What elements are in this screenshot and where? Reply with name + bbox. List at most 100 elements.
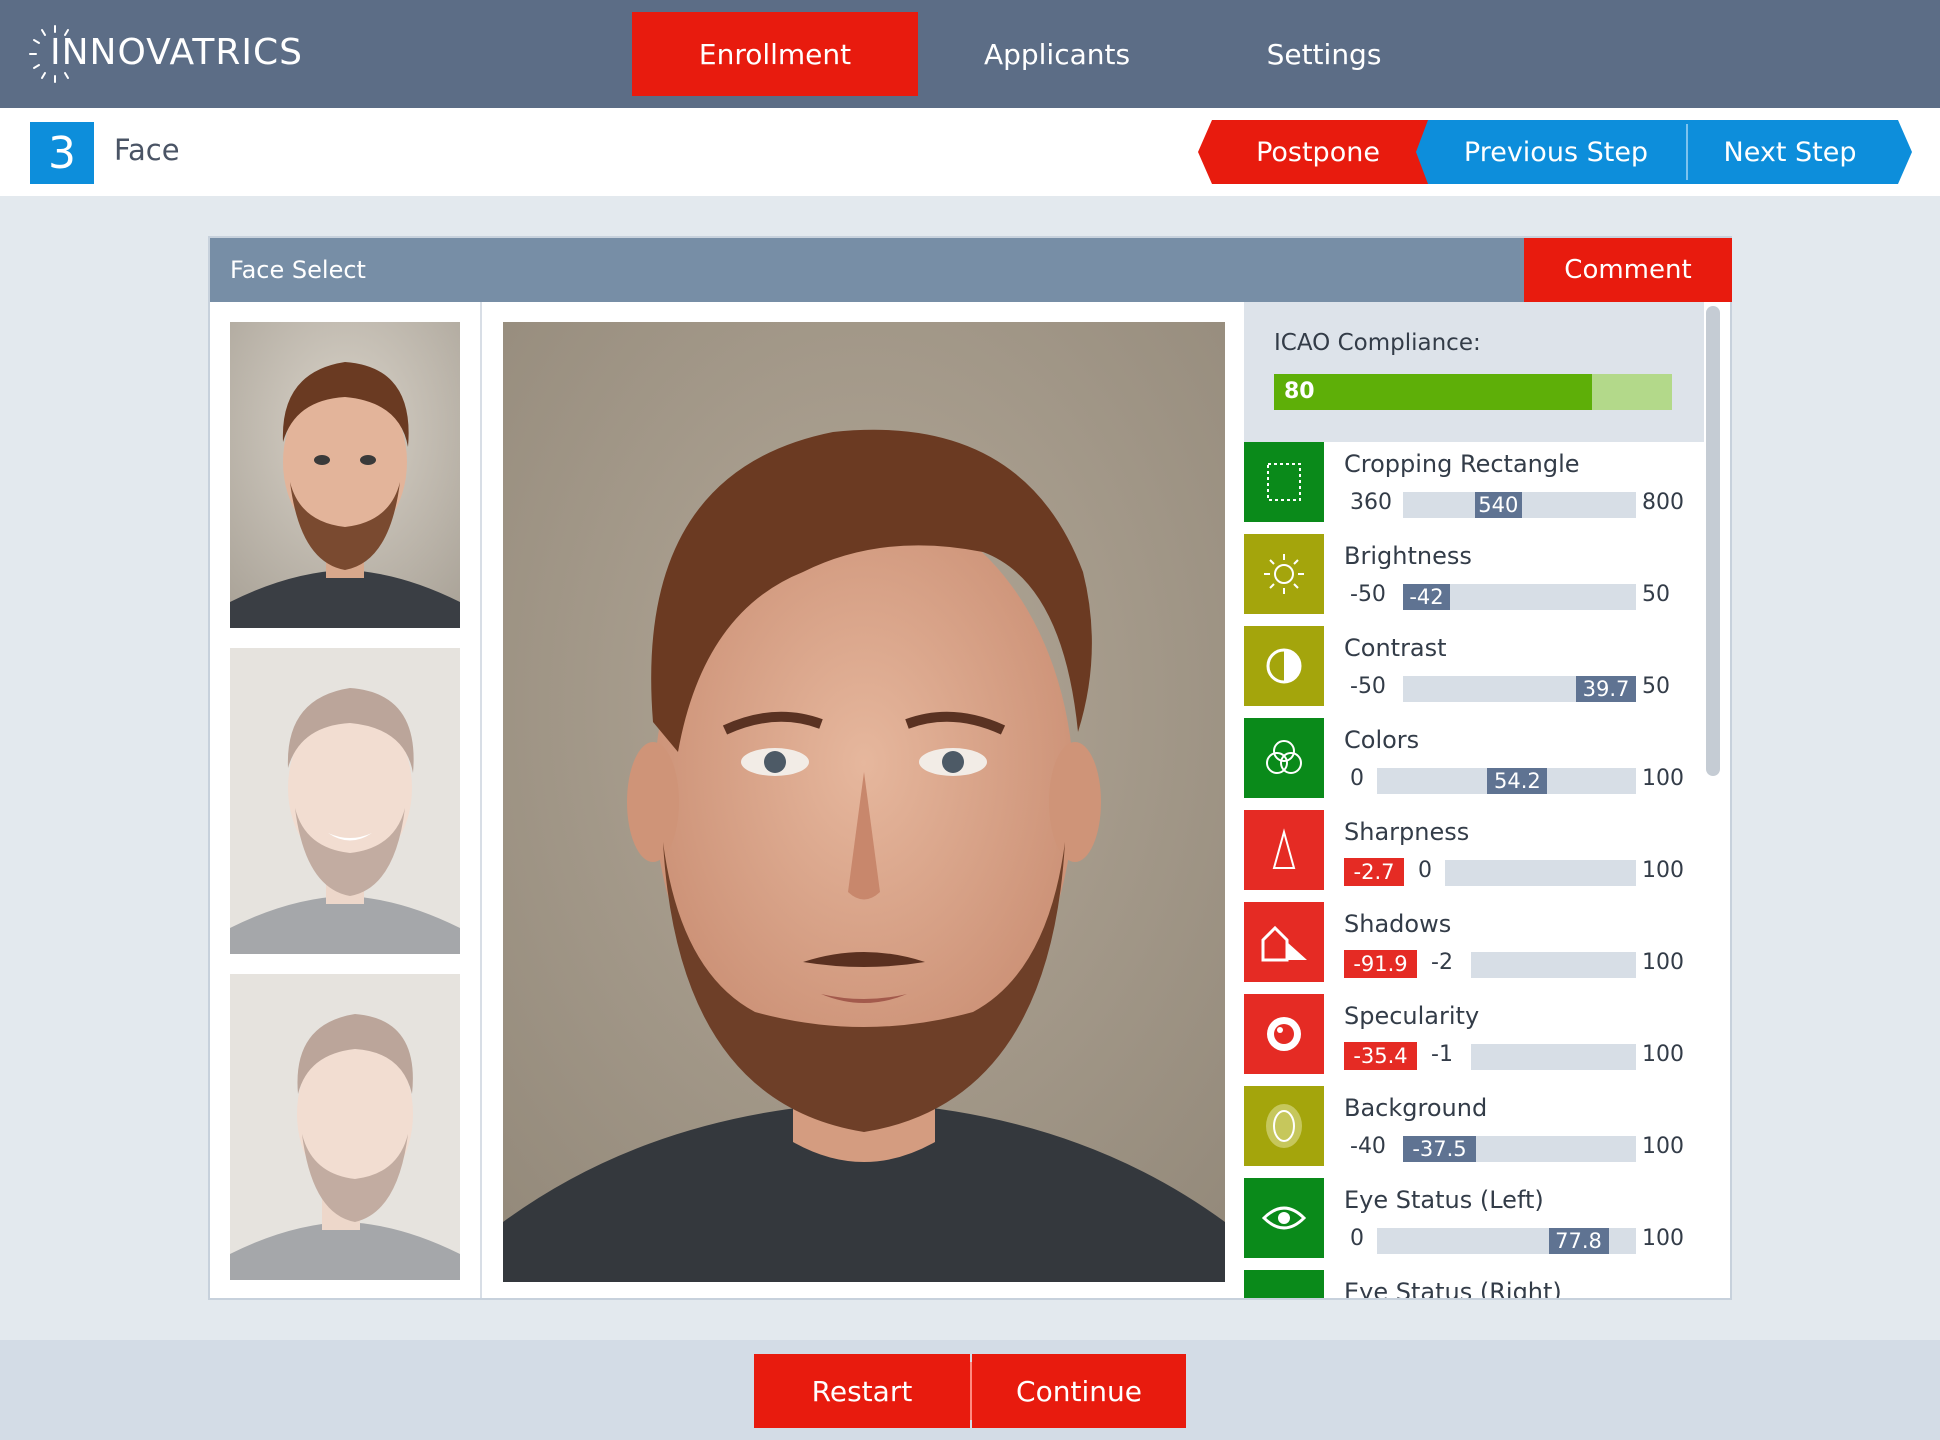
metric-track: 540 bbox=[1403, 492, 1636, 518]
metric-name: Specularity bbox=[1344, 1002, 1480, 1030]
metric-sharpness: Sharpness -2.7 0 100 bbox=[1244, 810, 1704, 890]
continue-label: Continue bbox=[1016, 1374, 1142, 1408]
metric-max: 50 bbox=[1642, 674, 1670, 699]
step-number-badge: 3 bbox=[30, 122, 94, 184]
selected-face-photo[interactable] bbox=[503, 322, 1225, 1282]
metric-value-out-of-range: -91.9 bbox=[1344, 950, 1417, 978]
postpone-button[interactable]: Postpone bbox=[1212, 120, 1424, 184]
footer-button-divider bbox=[970, 1362, 972, 1420]
sharpness-icon bbox=[1244, 810, 1324, 890]
face-photo-thumbnail bbox=[230, 974, 460, 1280]
metric-range: -91.9 -2 100 bbox=[1344, 948, 1684, 978]
metric-max: 100 bbox=[1642, 766, 1684, 791]
metric-min: 360 bbox=[1350, 490, 1392, 515]
metric-specularity: Specularity -35.4 -1 100 bbox=[1244, 994, 1704, 1074]
previous-step-button[interactable]: Previous Step bbox=[1432, 120, 1680, 184]
icao-compliance-bar: 80 bbox=[1274, 374, 1672, 410]
continue-button[interactable]: Continue bbox=[972, 1354, 1186, 1428]
nav-tab-enrollment[interactable]: Enrollment bbox=[632, 12, 918, 96]
metric-max: 100 bbox=[1642, 950, 1684, 975]
eye-icon bbox=[1244, 1270, 1324, 1298]
icao-compliance-fill bbox=[1274, 374, 1593, 410]
metric-background: Background -40 -37.5 100 bbox=[1244, 1086, 1704, 1166]
metric-name: Brightness bbox=[1344, 542, 1472, 570]
face-photo-thumbnail bbox=[230, 648, 460, 954]
metric-min: -50 bbox=[1350, 582, 1386, 607]
metric-colors: Colors 0 54.2 100 bbox=[1244, 718, 1704, 798]
metric-min: 0 bbox=[1350, 766, 1364, 791]
metric-value-marker: -42 bbox=[1403, 584, 1450, 610]
face-thumbnail-list bbox=[210, 302, 482, 1298]
next-step-button[interactable]: Next Step bbox=[1690, 120, 1890, 184]
specularity-icon bbox=[1244, 994, 1324, 1074]
contrast-icon bbox=[1244, 626, 1324, 706]
metric-min: -2 bbox=[1431, 950, 1453, 975]
innovatrics-logo: INNOVATRICS bbox=[28, 24, 302, 84]
metric-range: -40 -37.5 100 bbox=[1344, 1132, 1684, 1162]
metric-value-out-of-range: -2.7 bbox=[1344, 858, 1404, 886]
icao-compliance-label: ICAO Compliance: bbox=[1274, 330, 1481, 356]
metric-value-marker: 540 bbox=[1474, 492, 1522, 518]
metric-value-marker: -37.5 bbox=[1403, 1136, 1476, 1162]
eye-icon bbox=[1244, 1178, 1324, 1258]
metric-eye-status-right: Eye Status (Right) bbox=[1244, 1270, 1704, 1298]
postpone-label: Postpone bbox=[1256, 136, 1380, 168]
face-thumbnail-3[interactable] bbox=[230, 974, 460, 1280]
metric-track: 77.8 bbox=[1377, 1228, 1636, 1254]
metric-min: 0 bbox=[1350, 1226, 1364, 1251]
metric-min: 0 bbox=[1418, 858, 1432, 883]
metric-contrast: Contrast -50 39.7 50 bbox=[1244, 626, 1704, 706]
metrics-scrollbar-thumb[interactable] bbox=[1706, 306, 1720, 776]
metric-max: 100 bbox=[1642, 1226, 1684, 1251]
metric-track bbox=[1445, 860, 1636, 886]
metric-track: 54.2 bbox=[1377, 768, 1636, 794]
metric-range: 360 540 800 bbox=[1344, 488, 1684, 518]
metric-min: -50 bbox=[1350, 674, 1386, 699]
face-thumbnail-2[interactable] bbox=[230, 648, 460, 954]
metric-cropping-rectangle: Cropping Rectangle 360 540 800 bbox=[1244, 442, 1704, 522]
metric-range: -35.4 -1 100 bbox=[1344, 1040, 1684, 1070]
shadows-icon bbox=[1244, 902, 1324, 982]
nav-tab-applicants[interactable]: Applicants bbox=[950, 12, 1164, 96]
restart-button[interactable]: Restart bbox=[754, 1354, 970, 1428]
metric-value-marker: 39.7 bbox=[1576, 676, 1636, 702]
metric-range: -50 39.7 50 bbox=[1344, 672, 1680, 702]
panel-title: Face Select bbox=[230, 256, 366, 284]
metric-track: -42 bbox=[1403, 584, 1636, 610]
nav-tab-label: Applicants bbox=[983, 37, 1131, 71]
metric-name: Shadows bbox=[1344, 910, 1452, 938]
face-photo-main bbox=[503, 322, 1225, 1282]
nav-tab-label: Enrollment bbox=[698, 37, 852, 71]
metric-max: 50 bbox=[1642, 582, 1670, 607]
quality-metrics-panel: ICAO Compliance: 80 Cropping Rectangle 36… bbox=[1244, 302, 1710, 1298]
metric-name: Eye Status (Left) bbox=[1344, 1186, 1544, 1214]
colors-icon bbox=[1244, 718, 1324, 798]
metric-track bbox=[1471, 952, 1636, 978]
metric-name: Cropping Rectangle bbox=[1344, 450, 1580, 478]
face-thumbnail-1[interactable] bbox=[230, 322, 460, 628]
metric-max: 100 bbox=[1642, 1042, 1684, 1067]
metric-name: Sharpness bbox=[1344, 818, 1470, 846]
metric-max: 100 bbox=[1642, 1134, 1684, 1159]
metric-track: -37.5 bbox=[1403, 1136, 1636, 1162]
nav-tab-settings[interactable]: Settings bbox=[1224, 12, 1424, 96]
icao-compliance: ICAO Compliance: 80 bbox=[1244, 302, 1704, 442]
metric-value-marker: 77.8 bbox=[1548, 1228, 1609, 1254]
metric-range: 0 77.8 100 bbox=[1344, 1224, 1684, 1254]
metric-name: Background bbox=[1344, 1094, 1488, 1122]
face-select-panel: Face Select Comment ICAO Compliance: 80 … bbox=[208, 236, 1732, 1300]
step-title: Face bbox=[114, 133, 180, 167]
metric-max: 100 bbox=[1642, 858, 1684, 883]
metric-name: Contrast bbox=[1344, 634, 1447, 662]
background-icon bbox=[1244, 1086, 1324, 1166]
next-step-label: Next Step bbox=[1723, 136, 1857, 168]
face-photo-thumbnail bbox=[230, 322, 460, 628]
comment-button[interactable]: Comment bbox=[1524, 238, 1732, 302]
comment-label: Comment bbox=[1564, 255, 1692, 285]
metric-brightness: Brightness -50 -42 50 bbox=[1244, 534, 1704, 614]
metric-range: -2.7 0 100 bbox=[1344, 856, 1684, 886]
metric-track bbox=[1471, 1044, 1636, 1070]
sun-icon bbox=[1244, 534, 1324, 614]
restart-label: Restart bbox=[811, 1374, 913, 1408]
metric-value-out-of-range: -35.4 bbox=[1344, 1042, 1417, 1070]
